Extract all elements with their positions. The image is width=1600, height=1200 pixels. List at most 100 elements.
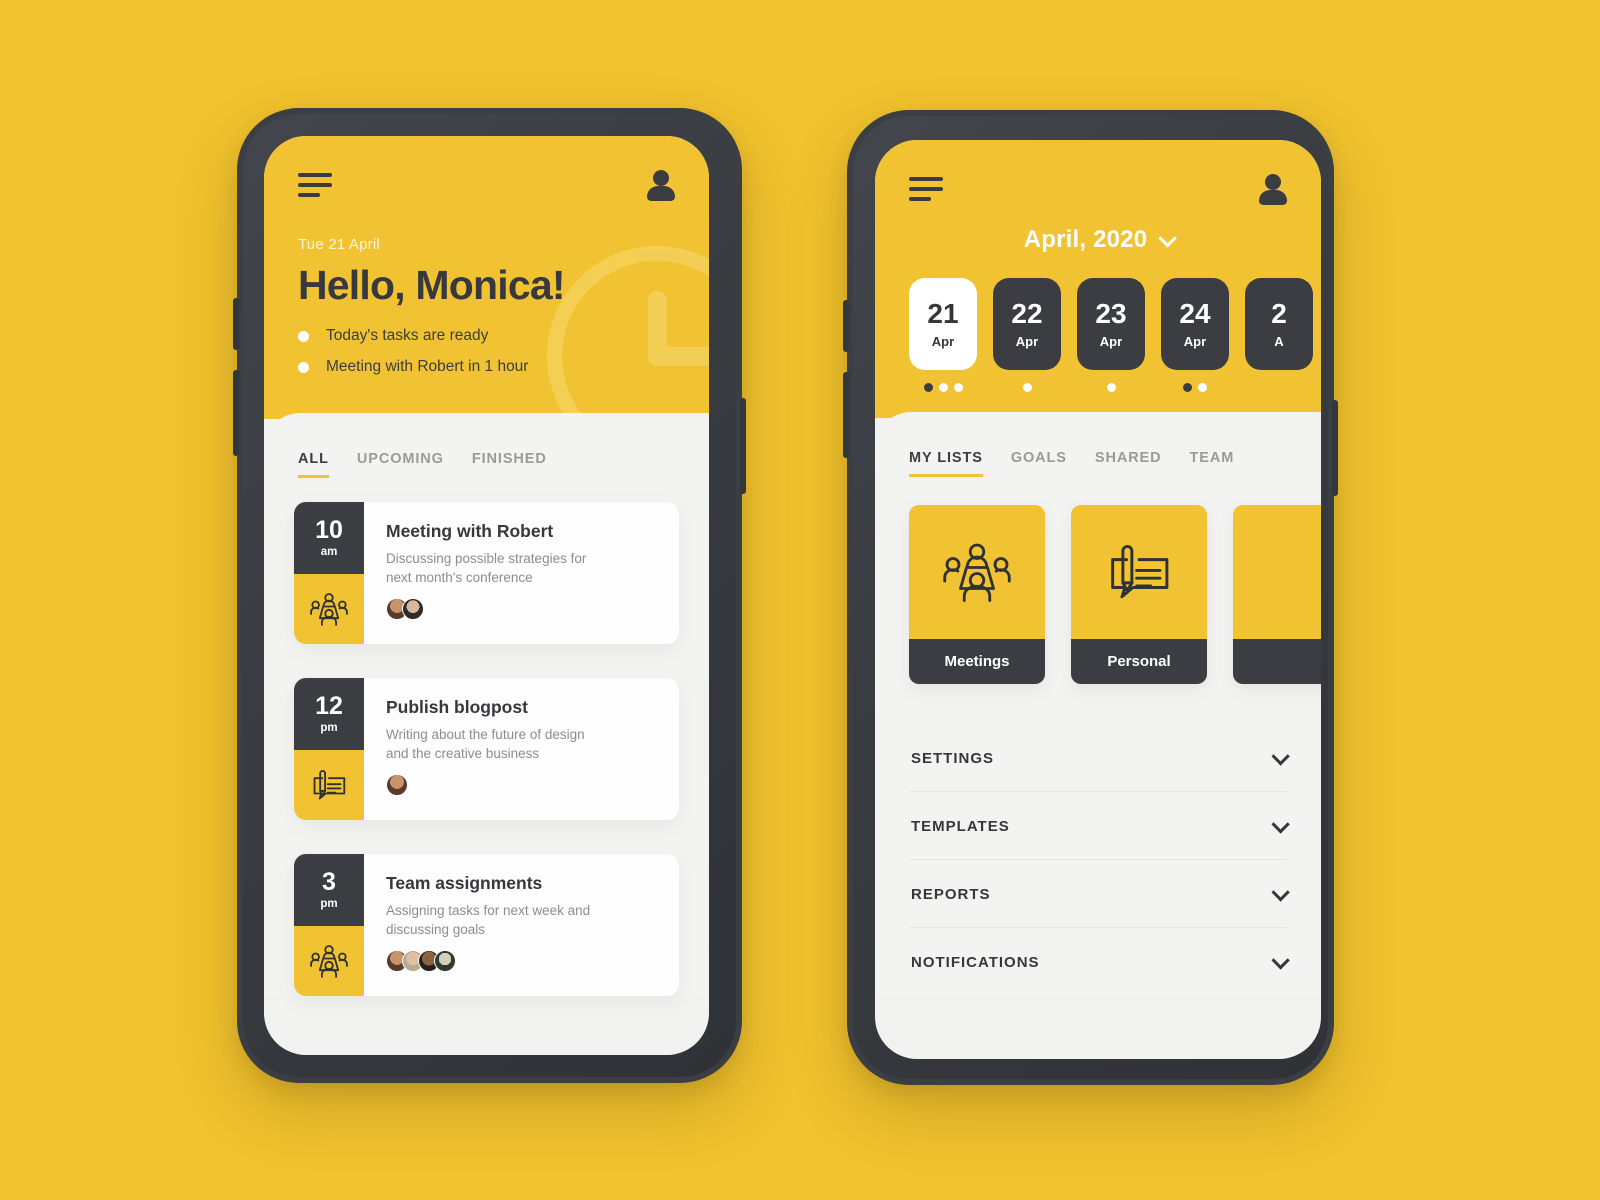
menu-item-label: SETTINGS xyxy=(911,750,995,767)
task-content: Publish blogpost Writing about the futur… xyxy=(364,678,679,820)
tab-my-lists[interactable]: MY LISTS xyxy=(909,450,983,477)
date-day: 22 xyxy=(1011,297,1043,329)
task-list: 10 am Meeting with Robert Discussing pos… xyxy=(264,478,709,996)
page-title: Hello, Monica! xyxy=(298,262,566,308)
task-filter-tabs: ALL UPCOMING FINISHED xyxy=(264,413,709,478)
chevron-down-icon[interactable] xyxy=(1271,883,1290,902)
top-bar xyxy=(875,140,1321,205)
pen-note-icon xyxy=(294,750,364,820)
date-column: 23 Apr xyxy=(1077,278,1145,392)
menu-item-notifications[interactable]: NOTIFICATIONS xyxy=(909,928,1290,995)
task-side: 3 pm xyxy=(294,854,364,996)
date-month: Apr xyxy=(931,333,955,349)
top-bar xyxy=(264,136,709,201)
date-chip-23[interactable]: 23 Apr xyxy=(1077,278,1145,370)
date-chip-next[interactable]: 2 A xyxy=(1245,278,1313,370)
list-card-caption: Meetings xyxy=(909,639,1045,684)
task-description: Discussing possible strategies for next … xyxy=(386,551,587,586)
date-chip-24[interactable]: 24 Apr xyxy=(1161,278,1229,370)
avatar[interactable] xyxy=(434,950,456,973)
date-month: A xyxy=(1274,333,1284,349)
chevron-down-icon[interactable] xyxy=(1271,951,1290,970)
task-title: Team assignments xyxy=(386,873,543,893)
chevron-down-icon[interactable] xyxy=(1271,747,1290,766)
note-text: Today's tasks are ready xyxy=(326,327,489,344)
event-dot xyxy=(953,383,963,392)
tab-finished[interactable]: FINISHED xyxy=(472,451,547,478)
event-dots xyxy=(993,383,1061,392)
avatar[interactable] xyxy=(386,774,408,797)
list-card-meetings[interactable]: Meetings xyxy=(909,505,1045,684)
task-card[interactable]: 3 pm Team assignments Assigning tasks fo… xyxy=(294,854,679,996)
month-selector[interactable]: April, 2020 xyxy=(875,226,1321,254)
date-month: Apr xyxy=(1183,333,1207,349)
task-meridiem: pm xyxy=(320,722,338,734)
power-button[interactable] xyxy=(1332,400,1338,496)
task-description: Writing about the future of design and t… xyxy=(386,727,585,762)
volume-up-button[interactable] xyxy=(233,298,239,350)
greeting-block: Tue 21 April Hello, Monica! Today's task… xyxy=(264,200,709,419)
bullet-dot-icon xyxy=(298,330,309,342)
event-dot xyxy=(938,383,948,392)
event-dot xyxy=(1198,383,1207,392)
date-day: 2 xyxy=(1271,297,1287,329)
tab-upcoming[interactable]: UPCOMING xyxy=(357,451,444,478)
hamburger-icon[interactable] xyxy=(909,177,943,201)
calendar-header: April, 2020 21 Apr 22 Apr 23 Apr 24 Apr … xyxy=(875,140,1321,418)
note-row: Today's tasks are ready xyxy=(298,327,675,345)
task-time: 3 pm xyxy=(294,854,364,926)
volume-up-button[interactable] xyxy=(843,300,849,352)
task-content: Team assignments Assigning tasks for nex… xyxy=(364,854,679,996)
volume-down-button[interactable] xyxy=(233,370,239,456)
hamburger-icon[interactable] xyxy=(298,173,332,197)
event-dots xyxy=(909,383,977,392)
tab-shared[interactable]: SHARED xyxy=(1095,450,1162,477)
list-card-strip[interactable]: Meetings Personal xyxy=(875,477,1321,684)
chevron-down-icon[interactable] xyxy=(1158,228,1178,248)
task-time: 12 pm xyxy=(294,678,364,750)
chevron-down-icon[interactable] xyxy=(1271,815,1290,834)
person-icon[interactable] xyxy=(647,170,675,201)
event-dots xyxy=(1077,383,1145,392)
task-title: Publish blogpost xyxy=(386,697,528,717)
home-header: Tue 21 April Hello, Monica! Today's task… xyxy=(264,136,709,419)
task-content: Meeting with Robert Discussing possible … xyxy=(364,502,679,644)
menu-item-settings[interactable]: SETTINGS xyxy=(909,724,1290,792)
task-card[interactable]: 12 pm Publish blogpost Writing about the… xyxy=(294,678,679,820)
task-title: Meeting with Robert xyxy=(386,521,554,541)
task-card[interactable]: 10 am Meeting with Robert Discussing pos… xyxy=(294,502,679,644)
list-card-personal[interactable]: Personal xyxy=(1071,505,1207,684)
note-text: Meeting with Robert in 1 hour xyxy=(326,358,529,375)
date-column: 24 Apr xyxy=(1161,278,1229,392)
menu-item-reports[interactable]: REPORTS xyxy=(909,860,1290,928)
settings-menu: SETTINGS TEMPLATES REPORTS NOTIFICATIONS xyxy=(875,684,1321,995)
date-strip[interactable]: 21 Apr 22 Apr 23 Apr 24 Apr 2 A xyxy=(875,254,1321,392)
menu-item-label: REPORTS xyxy=(911,886,991,903)
attendee-avatars xyxy=(386,774,661,797)
tab-team[interactable]: TEAM xyxy=(1190,450,1235,477)
meeting-people-icon xyxy=(294,926,364,996)
current-date: Tue 21 April xyxy=(298,236,380,253)
tab-all[interactable]: ALL xyxy=(298,451,329,478)
attendee-avatars xyxy=(386,950,661,973)
task-hour: 3 xyxy=(322,868,336,896)
tasks-panel: ALL UPCOMING FINISHED 10 am Meeting with… xyxy=(264,413,709,996)
volume-down-button[interactable] xyxy=(843,372,849,458)
date-chip-22[interactable]: 22 Apr xyxy=(993,278,1061,370)
summary-notes: Today's tasks are ready Meeting with Rob… xyxy=(298,327,675,419)
task-meridiem: am xyxy=(320,546,338,558)
menu-item-label: NOTIFICATIONS xyxy=(911,954,1040,971)
event-dot xyxy=(1106,383,1116,392)
power-button[interactable] xyxy=(740,398,746,494)
event-dots xyxy=(1161,383,1229,392)
screen-home: Tue 21 April Hello, Monica! Today's task… xyxy=(264,136,709,1055)
tab-goals[interactable]: GOALS xyxy=(1011,450,1067,477)
date-month: Apr xyxy=(1015,333,1039,349)
list-card-next[interactable] xyxy=(1233,505,1321,684)
date-column: 22 Apr xyxy=(993,278,1061,392)
menu-item-templates[interactable]: TEMPLATES xyxy=(909,792,1290,860)
avatar[interactable] xyxy=(402,598,424,621)
event-dot xyxy=(1022,383,1032,392)
date-chip-21[interactable]: 21 Apr xyxy=(909,278,977,370)
person-icon[interactable] xyxy=(1259,174,1287,205)
